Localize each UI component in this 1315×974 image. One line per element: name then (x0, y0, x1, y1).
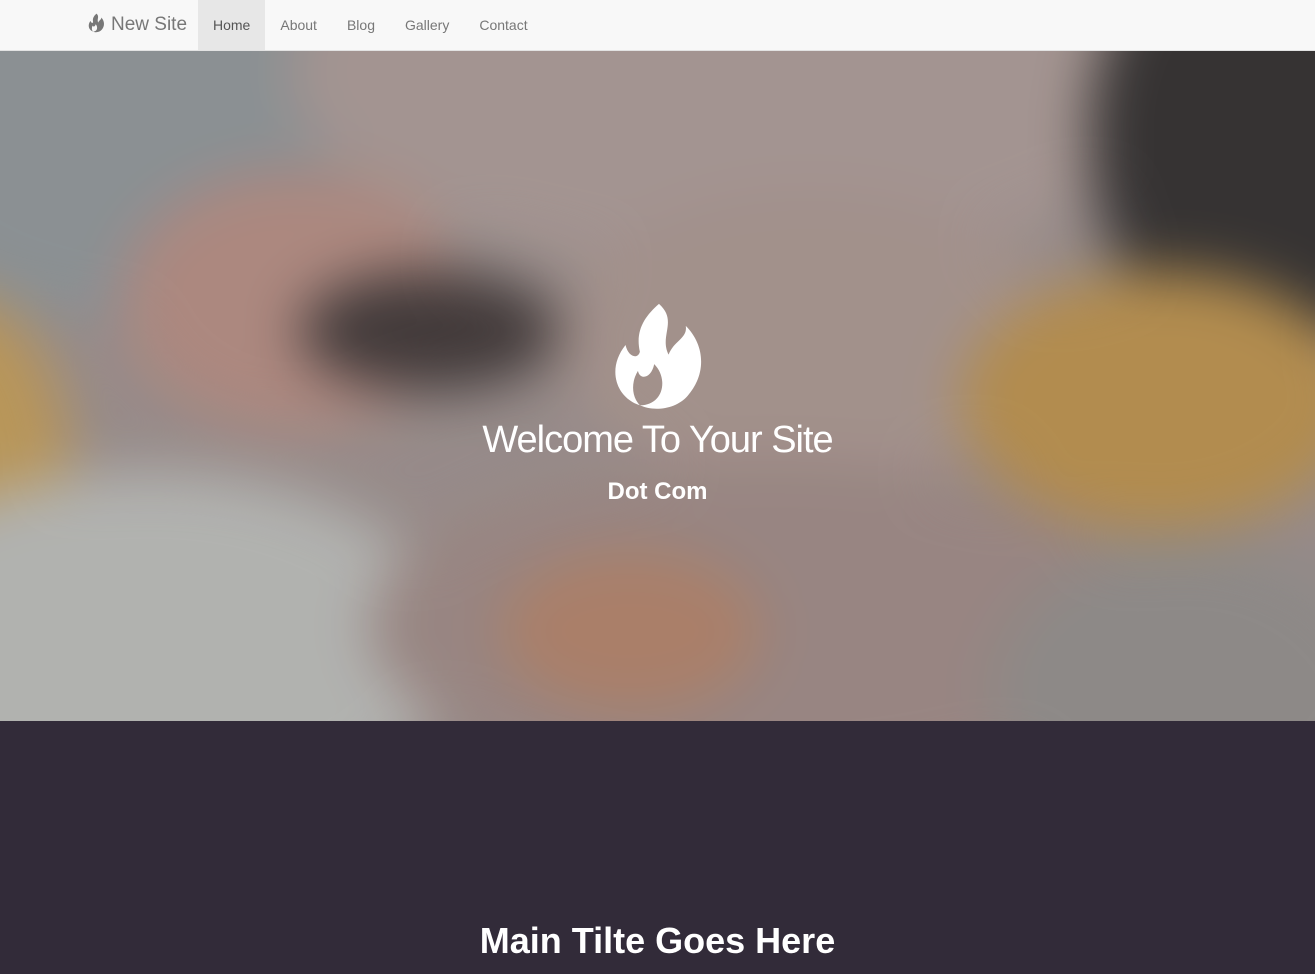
hero-title: Welcome To Your Site (482, 419, 833, 461)
top-navbar: New Site Home About Blog Gallery Contact (0, 0, 1315, 51)
flame-icon (88, 13, 104, 33)
hero-content: Welcome To Your Site Dot Com (0, 51, 1315, 721)
nav-item-gallery[interactable]: Gallery (390, 0, 464, 50)
brand-label: New Site (111, 14, 188, 35)
main-section: Main Tilte Goes Here (0, 721, 1315, 974)
nav-item-about[interactable]: About (265, 0, 332, 50)
nav-menu: Home About Blog Gallery Contact (198, 0, 543, 50)
flame-icon (615, 303, 702, 409)
main-title: Main Tilte Goes Here (479, 920, 836, 961)
hero-subtitle: Dot Com (607, 478, 708, 505)
hero-section: Welcome To Your Site Dot Com (0, 51, 1315, 721)
nav-item-home[interactable]: Home (198, 0, 266, 50)
nav-item-blog[interactable]: Blog (332, 0, 390, 50)
brand-link[interactable]: New Site (88, 0, 187, 50)
nav-item-contact[interactable]: Contact (464, 0, 542, 50)
